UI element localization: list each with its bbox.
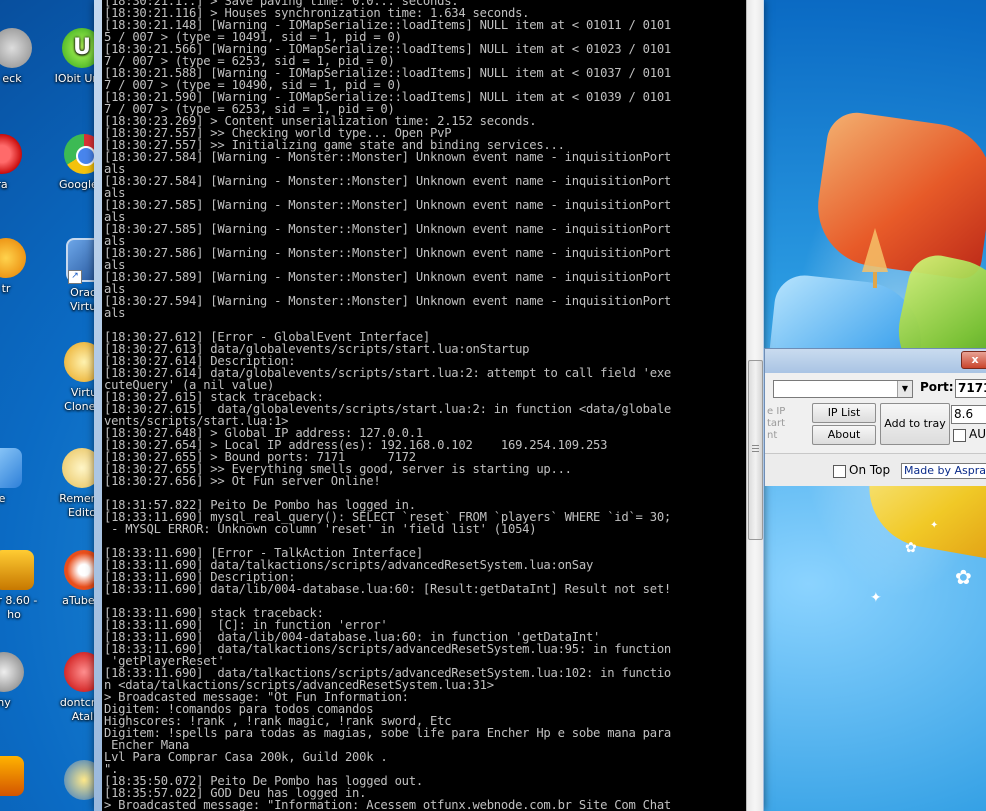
scrollbar-thumb[interactable] — [748, 360, 763, 540]
app-icon — [0, 28, 32, 68]
server-console[interactable]: [18:30:21.1..] > Save paving time: 0.0..… — [102, 0, 746, 811]
sparkle-icon: ✿ — [905, 540, 917, 556]
tool-window-footer: On Top Made by Aspra — [765, 453, 986, 486]
on-top-checkbox[interactable] — [833, 465, 846, 478]
console-line: Lvl Para Comprar Casa 200k, Guild 200k . — [104, 750, 388, 764]
tree-icon — [862, 228, 888, 288]
console-line: [18:30:27.589] [Warning - Monster::Monst… — [104, 270, 671, 284]
made-by-link[interactable]: Made by Aspra — [901, 463, 986, 479]
app-icon — [0, 238, 26, 278]
port-input[interactable]: 7171 — [955, 379, 986, 398]
tool-window-titlebar[interactable]: x — [765, 349, 986, 373]
console-scrollbar[interactable] — [746, 0, 763, 811]
console-line: [18:30:27.586] [Warning - Monster::Monst… — [104, 246, 671, 260]
sparkle-icon: ✿ — [955, 565, 972, 589]
about-button[interactable]: About — [812, 425, 876, 445]
sparkle-icon: ✦ — [930, 520, 939, 531]
app-icon — [0, 652, 24, 692]
on-top-label: On Top — [849, 463, 891, 477]
console-line: - MYSQL ERROR: Unknown column 'reset' in… — [111, 522, 537, 536]
console-line: [18:33:11.690] data/lib/004-database.lua… — [104, 582, 671, 596]
version-field[interactable]: 8.6 — [951, 405, 986, 424]
opera-icon — [0, 134, 22, 174]
auto-checkbox[interactable] — [953, 429, 966, 442]
chevron-down-icon[interactable]: ▼ — [897, 381, 912, 397]
port-label: Port: — [920, 380, 954, 394]
console-line: [18:30:27.594] [Warning - Monster::Monst… — [104, 294, 671, 308]
close-button[interactable]: x — [961, 351, 986, 369]
add-to-tray-button[interactable]: Add to tray — [880, 403, 950, 445]
shortcut-arrow-icon: ↗ — [68, 270, 82, 284]
console-line: [18:30:27.584] [Warning - Monster::Monst… — [104, 174, 671, 188]
tibia-icon — [0, 550, 34, 590]
app-icon — [0, 448, 22, 488]
ip-combo-box[interactable]: ▼ — [773, 380, 913, 398]
auto-label: AU — [969, 427, 986, 441]
sparkle-icon: ✦ — [870, 590, 882, 606]
ip-list-button[interactable]: IP List — [812, 403, 876, 423]
app-icon — [0, 756, 24, 796]
console-line: als — [104, 306, 126, 320]
console-line: [18:30:27.585] [Warning - Monster::Monst… — [104, 222, 671, 236]
console-line: [18:30:27.584] [Warning - Monster::Monst… — [104, 150, 671, 164]
tool-window: x ▼ Port: 7171 e IP tart nt IP List Abou… — [764, 348, 986, 486]
console-output: [18:30:21.1..] > Save paving time: 0.0..… — [102, 0, 746, 811]
console-line: > Broadcasted message: "Information: Ace… — [104, 798, 671, 811]
console-line: [18:30:27.656] >> Ot Fun server Online! — [104, 474, 381, 488]
console-line: [18:30:27.585] [Warning - Monster::Monst… — [104, 198, 671, 212]
